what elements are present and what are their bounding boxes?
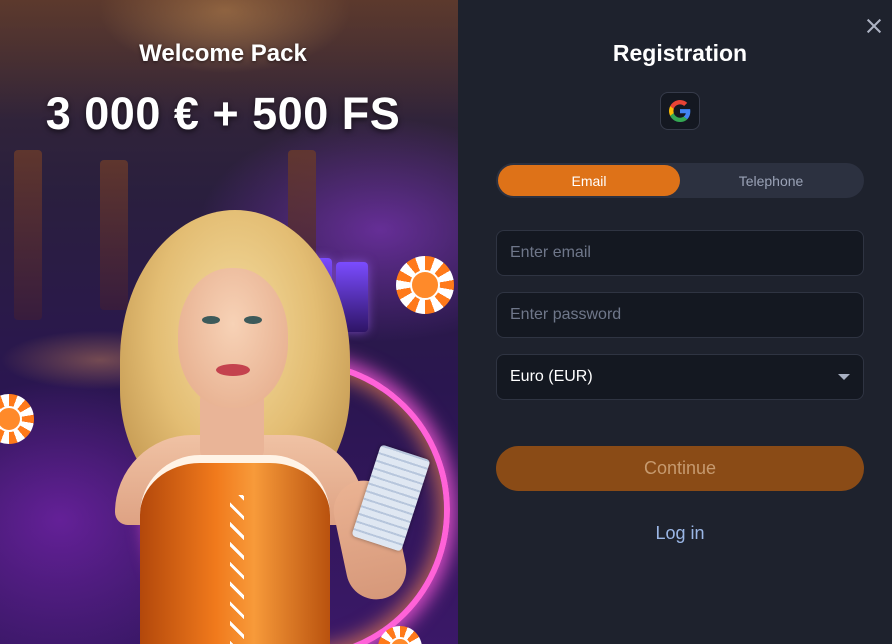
continue-button[interactable]: Continue	[496, 446, 864, 491]
tab-telephone[interactable]: Telephone	[680, 165, 862, 196]
email-field[interactable]	[510, 244, 850, 262]
password-field-wrapper	[496, 292, 864, 338]
face	[178, 268, 288, 408]
currency-select[interactable]: Euro (EUR)	[496, 354, 864, 400]
lips	[216, 364, 250, 376]
tab-email[interactable]: Email	[498, 165, 680, 196]
chevron-down-icon	[838, 374, 850, 380]
google-icon	[669, 100, 691, 122]
password-field[interactable]	[510, 306, 850, 324]
email-field-wrapper	[496, 230, 864, 276]
google-signin-button[interactable]	[660, 92, 700, 130]
eye	[244, 316, 262, 324]
casino-chip-icon	[396, 256, 454, 314]
registration-panel: Registration Email Telephone Euro (EUR) …	[458, 0, 892, 644]
login-link[interactable]: Log in	[458, 523, 892, 544]
background-pillar	[14, 150, 42, 320]
hostess-illustration	[60, 210, 431, 644]
promo-banner: Welcome Pack 3 000 € + 500 FS	[0, 0, 458, 644]
corset-lace	[230, 495, 244, 644]
promo-title: Welcome Pack	[139, 40, 307, 67]
casino-chip-icon	[0, 394, 34, 444]
promo-amount: 3 000 € + 500 FS	[45, 88, 401, 139]
eye	[202, 316, 220, 324]
registration-title: Registration	[612, 40, 748, 66]
currency-selected-value: Euro (EUR)	[510, 368, 593, 385]
close-icon[interactable]	[863, 15, 885, 37]
registration-method-tabs: Email Telephone	[496, 163, 864, 198]
